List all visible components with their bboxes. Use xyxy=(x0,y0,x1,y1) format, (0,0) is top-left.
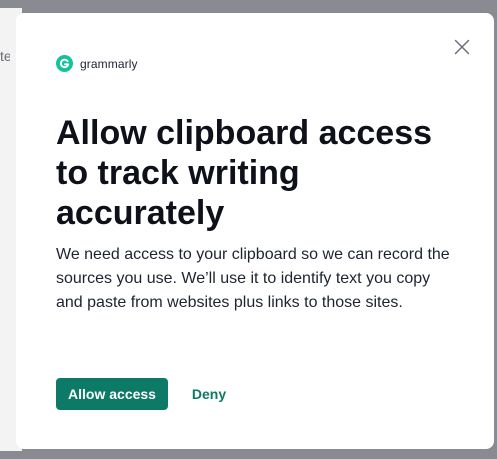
close-icon xyxy=(454,39,470,55)
allow-access-button[interactable]: Allow access xyxy=(56,378,168,410)
clipboard-permission-dialog: grammarly Allow clipboard access to trac… xyxy=(16,13,494,449)
deny-button[interactable]: Deny xyxy=(184,378,234,410)
dialog-description: We need access to your clipboard so we c… xyxy=(56,246,450,311)
brand: grammarly xyxy=(56,55,138,72)
grammarly-g-icon xyxy=(56,55,73,72)
close-button[interactable] xyxy=(452,37,472,57)
dialog-title: Allow clipboard access to track writing … xyxy=(56,114,433,232)
background-partial-text: te xyxy=(0,48,10,64)
brand-name: grammarly xyxy=(80,56,138,71)
